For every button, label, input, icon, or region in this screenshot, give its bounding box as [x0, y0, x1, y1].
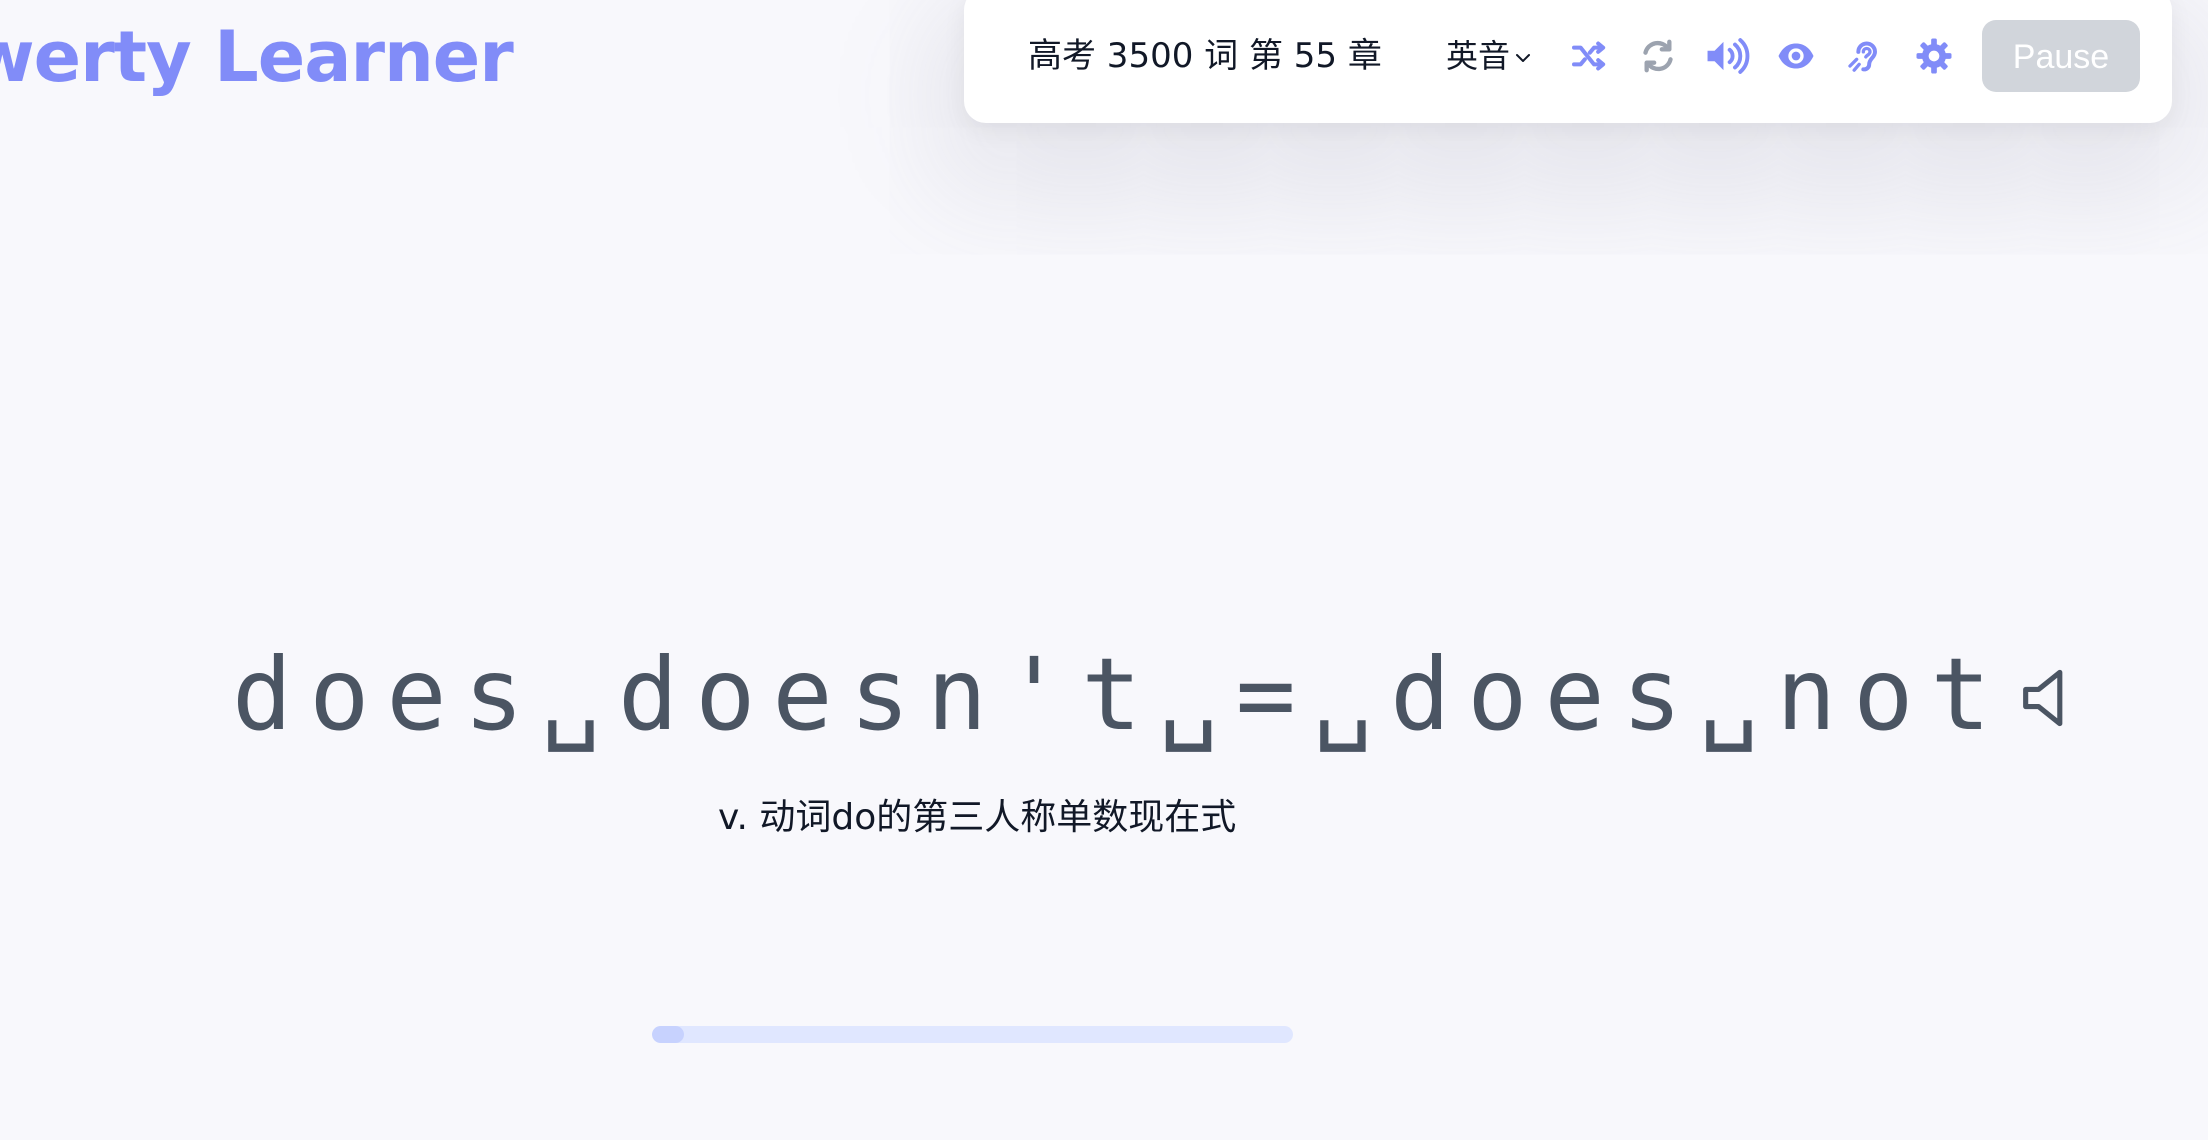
loop-icon[interactable] — [1634, 32, 1682, 80]
eye-icon[interactable] — [1772, 32, 1820, 80]
speaker-icon[interactable] — [2018, 666, 2076, 730]
pronunciation-selector[interactable]: 英音 — [1446, 28, 1532, 84]
pronunciation-label: 英音 — [1446, 37, 1511, 75]
word-display: does␣doesn't␣=␣does␣not — [232, 630, 2076, 760]
dictionary-chapter-selector[interactable]: 高考 3500 词 第 55 章 — [1028, 28, 1382, 84]
chevron-down-icon — [1516, 54, 1531, 62]
pause-button[interactable]: Pause — [1982, 20, 2140, 92]
volume-icon[interactable] — [1703, 32, 1751, 80]
settings-icon[interactable] — [1910, 32, 1958, 80]
progress-bar — [652, 1026, 1293, 1043]
hearing-icon[interactable] — [1841, 32, 1889, 80]
progress-fill — [652, 1026, 685, 1043]
app-logo[interactable]: werty Learner — [0, 12, 514, 102]
shuffle-icon[interactable] — [1565, 32, 1613, 80]
current-word: does␣doesn't␣=␣does␣not — [232, 636, 2008, 753]
word-translation: v. 动词do的第三人称单数现在式 — [718, 797, 1237, 838]
